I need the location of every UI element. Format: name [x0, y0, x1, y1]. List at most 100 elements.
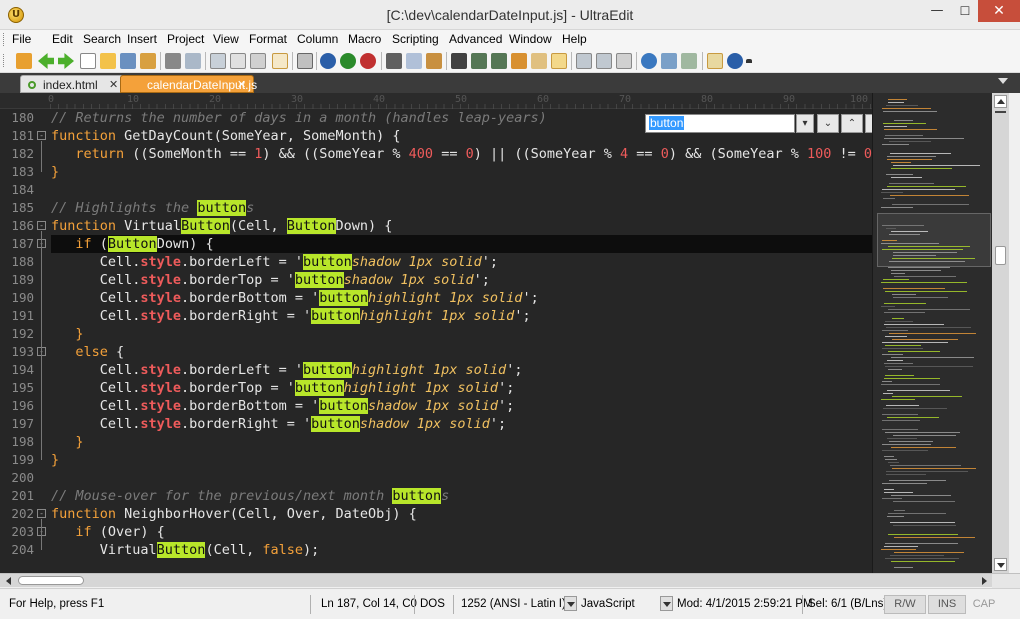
- fold-toggle-icon[interactable]: -: [37, 221, 46, 230]
- find-history-dropdown-icon[interactable]: ▾: [796, 114, 814, 133]
- vertical-scroll-thumb[interactable]: [995, 246, 1006, 265]
- code-text[interactable]: VirtualButton(Cell, false);: [51, 541, 872, 559]
- scroll-down-button[interactable]: [994, 558, 1007, 571]
- menu-column[interactable]: Column: [297, 32, 338, 46]
- code-line[interactable]: 185 // Highlights the buttons: [0, 199, 872, 217]
- new-file-icon[interactable]: [80, 53, 96, 69]
- code-text[interactable]: // Mouse-over for the previous/next mont…: [51, 487, 872, 505]
- macro-play-icon[interactable]: [340, 53, 356, 69]
- print-preview-icon[interactable]: [185, 53, 201, 69]
- code-line[interactable]: 203- if (Over) {: [0, 523, 872, 541]
- code-line[interactable]: 193- else {: [0, 343, 872, 361]
- help-icon[interactable]: [727, 53, 743, 69]
- code-text[interactable]: }: [51, 325, 872, 343]
- cut-icon[interactable]: [386, 53, 402, 69]
- menu-window[interactable]: Window: [509, 32, 552, 46]
- code-minimap[interactable]: [872, 93, 992, 573]
- column-mode-icon[interactable]: [297, 53, 313, 69]
- code-line[interactable]: 183}: [0, 163, 872, 181]
- code-line[interactable]: 189 Cell.style.borderTop = 'buttonshadow…: [0, 271, 872, 289]
- web-browser-icon[interactable]: [641, 53, 657, 69]
- code-text[interactable]: function NeighborHover(Cell, Over, DateO…: [51, 505, 872, 523]
- code-line[interactable]: 186- function VirtualButton(Cell, ButtonD…: [0, 217, 872, 235]
- tab-calendardateinput-js[interactable]: calendarDateInput.js ✕: [120, 75, 257, 93]
- code-text[interactable]: [51, 469, 872, 487]
- code-line[interactable]: 192 }: [0, 325, 872, 343]
- scroll-left-icon[interactable]: [6, 577, 11, 585]
- code-line[interactable]: 200: [0, 469, 872, 487]
- code-text[interactable]: }: [51, 163, 872, 181]
- scroll-right-icon[interactable]: [982, 577, 987, 585]
- menu-edit[interactable]: Edit: [52, 32, 73, 46]
- toolbar-grip[interactable]: [3, 54, 6, 67]
- code-line[interactable]: 188 Cell.style.borderLeft = 'buttonshado…: [0, 253, 872, 271]
- code-line[interactable]: 191 Cell.style.borderRight = 'buttonhigh…: [0, 307, 872, 325]
- menu-project[interactable]: Project: [167, 32, 204, 46]
- fold-toggle-icon[interactable]: -: [37, 509, 46, 518]
- menu-advanced[interactable]: Advanced: [449, 32, 502, 46]
- menu-view[interactable]: View: [213, 32, 239, 46]
- code-text[interactable]: Cell.style.borderRight = 'buttonshadow 1…: [51, 415, 872, 433]
- find-in-files-icon[interactable]: [531, 53, 547, 69]
- hex-mode-icon[interactable]: [272, 53, 288, 69]
- language-dropdown-icon[interactable]: [660, 596, 673, 611]
- tab-index-html[interactable]: index.html ✕: [20, 75, 124, 93]
- find-next-icon[interactable]: [471, 53, 487, 69]
- macro-record-icon[interactable]: [320, 53, 336, 69]
- code-line[interactable]: 182 return ((SomeMonth == 1) && ((SomeYe…: [0, 145, 872, 163]
- find-prev-icon[interactable]: [491, 53, 507, 69]
- find-icon[interactable]: [451, 53, 467, 69]
- code-line[interactable]: 196 Cell.style.borderBottom = 'buttonsha…: [0, 397, 872, 415]
- find-input[interactable]: button: [645, 114, 795, 133]
- properties-icon[interactable]: [210, 53, 226, 69]
- save-all-icon[interactable]: [140, 53, 156, 69]
- macro-stop-icon[interactable]: [360, 53, 376, 69]
- maximize-button[interactable]: ☐: [952, 0, 978, 22]
- menu-help[interactable]: Help: [562, 32, 587, 46]
- code-line[interactable]: 197 Cell.style.borderRight = 'buttonshad…: [0, 415, 872, 433]
- forward-icon[interactable]: [58, 53, 74, 69]
- code-text[interactable]: Cell.style.borderTop = 'buttonshadow 1px…: [51, 271, 872, 289]
- menu-search[interactable]: Search: [83, 32, 121, 46]
- menu-file[interactable]: File: [12, 32, 31, 46]
- code-line[interactable]: 195 Cell.style.borderTop = 'buttonhighli…: [0, 379, 872, 397]
- code-line[interactable]: 199}: [0, 451, 872, 469]
- refresh-icon[interactable]: [681, 53, 697, 69]
- code-line[interactable]: 202- function NeighborHover(Cell, Over, D…: [0, 505, 872, 523]
- word-wrap-icon[interactable]: [230, 53, 246, 69]
- replace-in-files-icon[interactable]: [551, 53, 567, 69]
- code-text[interactable]: return ((SomeMonth == 1) && ((SomeYear %…: [51, 145, 872, 163]
- status-encoding[interactable]: 1252 (ANSI - Latin I): [461, 595, 566, 614]
- menu-grip[interactable]: [3, 33, 6, 46]
- find-prev-button[interactable]: ⌃: [841, 114, 863, 133]
- code-text[interactable]: Cell.style.borderBottom = 'buttonhighlig…: [51, 289, 872, 307]
- code-text[interactable]: Cell.style.borderLeft = 'buttonshadow 1p…: [51, 253, 872, 271]
- print-icon[interactable]: [165, 53, 181, 69]
- save-icon[interactable]: [120, 53, 136, 69]
- split-horizontal-icon[interactable]: [576, 53, 592, 69]
- code-text[interactable]: // Highlights the buttons: [51, 199, 872, 217]
- vertical-scrollbar[interactable]: [992, 93, 1009, 573]
- find-next-button[interactable]: ⌄: [817, 114, 839, 133]
- scroll-up-button[interactable]: [994, 95, 1007, 108]
- copy-icon[interactable]: [406, 53, 422, 69]
- tab-close-icon[interactable]: ✕: [109, 78, 118, 91]
- tab-close-icon[interactable]: ✕: [237, 78, 246, 91]
- menu-macro[interactable]: Macro: [348, 32, 381, 46]
- menu-insert[interactable]: Insert: [127, 32, 157, 46]
- browse-icon[interactable]: [16, 53, 32, 69]
- code-text[interactable]: Cell.style.borderRight = 'buttonhighligh…: [51, 307, 872, 325]
- status-language[interactable]: JavaScript: [581, 595, 635, 614]
- code-text[interactable]: function VirtualButton(Cell, ButtonDown)…: [51, 217, 872, 235]
- status-cursor-position[interactable]: Ln 187, Col 14, C0: [321, 595, 417, 614]
- horizontal-scrollbar[interactable]: [0, 573, 1020, 588]
- paste-icon[interactable]: [426, 53, 442, 69]
- code-text[interactable]: [51, 181, 872, 199]
- code-line[interactable]: 194 Cell.style.borderLeft = 'buttonhighl…: [0, 361, 872, 379]
- split-vertical-icon[interactable]: [596, 53, 612, 69]
- fold-toggle-icon[interactable]: -: [37, 131, 46, 140]
- menu-format[interactable]: Format: [249, 32, 287, 46]
- code-line[interactable]: 204 VirtualButton(Cell, false);: [0, 541, 872, 559]
- code-text[interactable]: Cell.style.borderBottom = 'buttonshadow …: [51, 397, 872, 415]
- status-line-ending[interactable]: DOS: [420, 595, 445, 614]
